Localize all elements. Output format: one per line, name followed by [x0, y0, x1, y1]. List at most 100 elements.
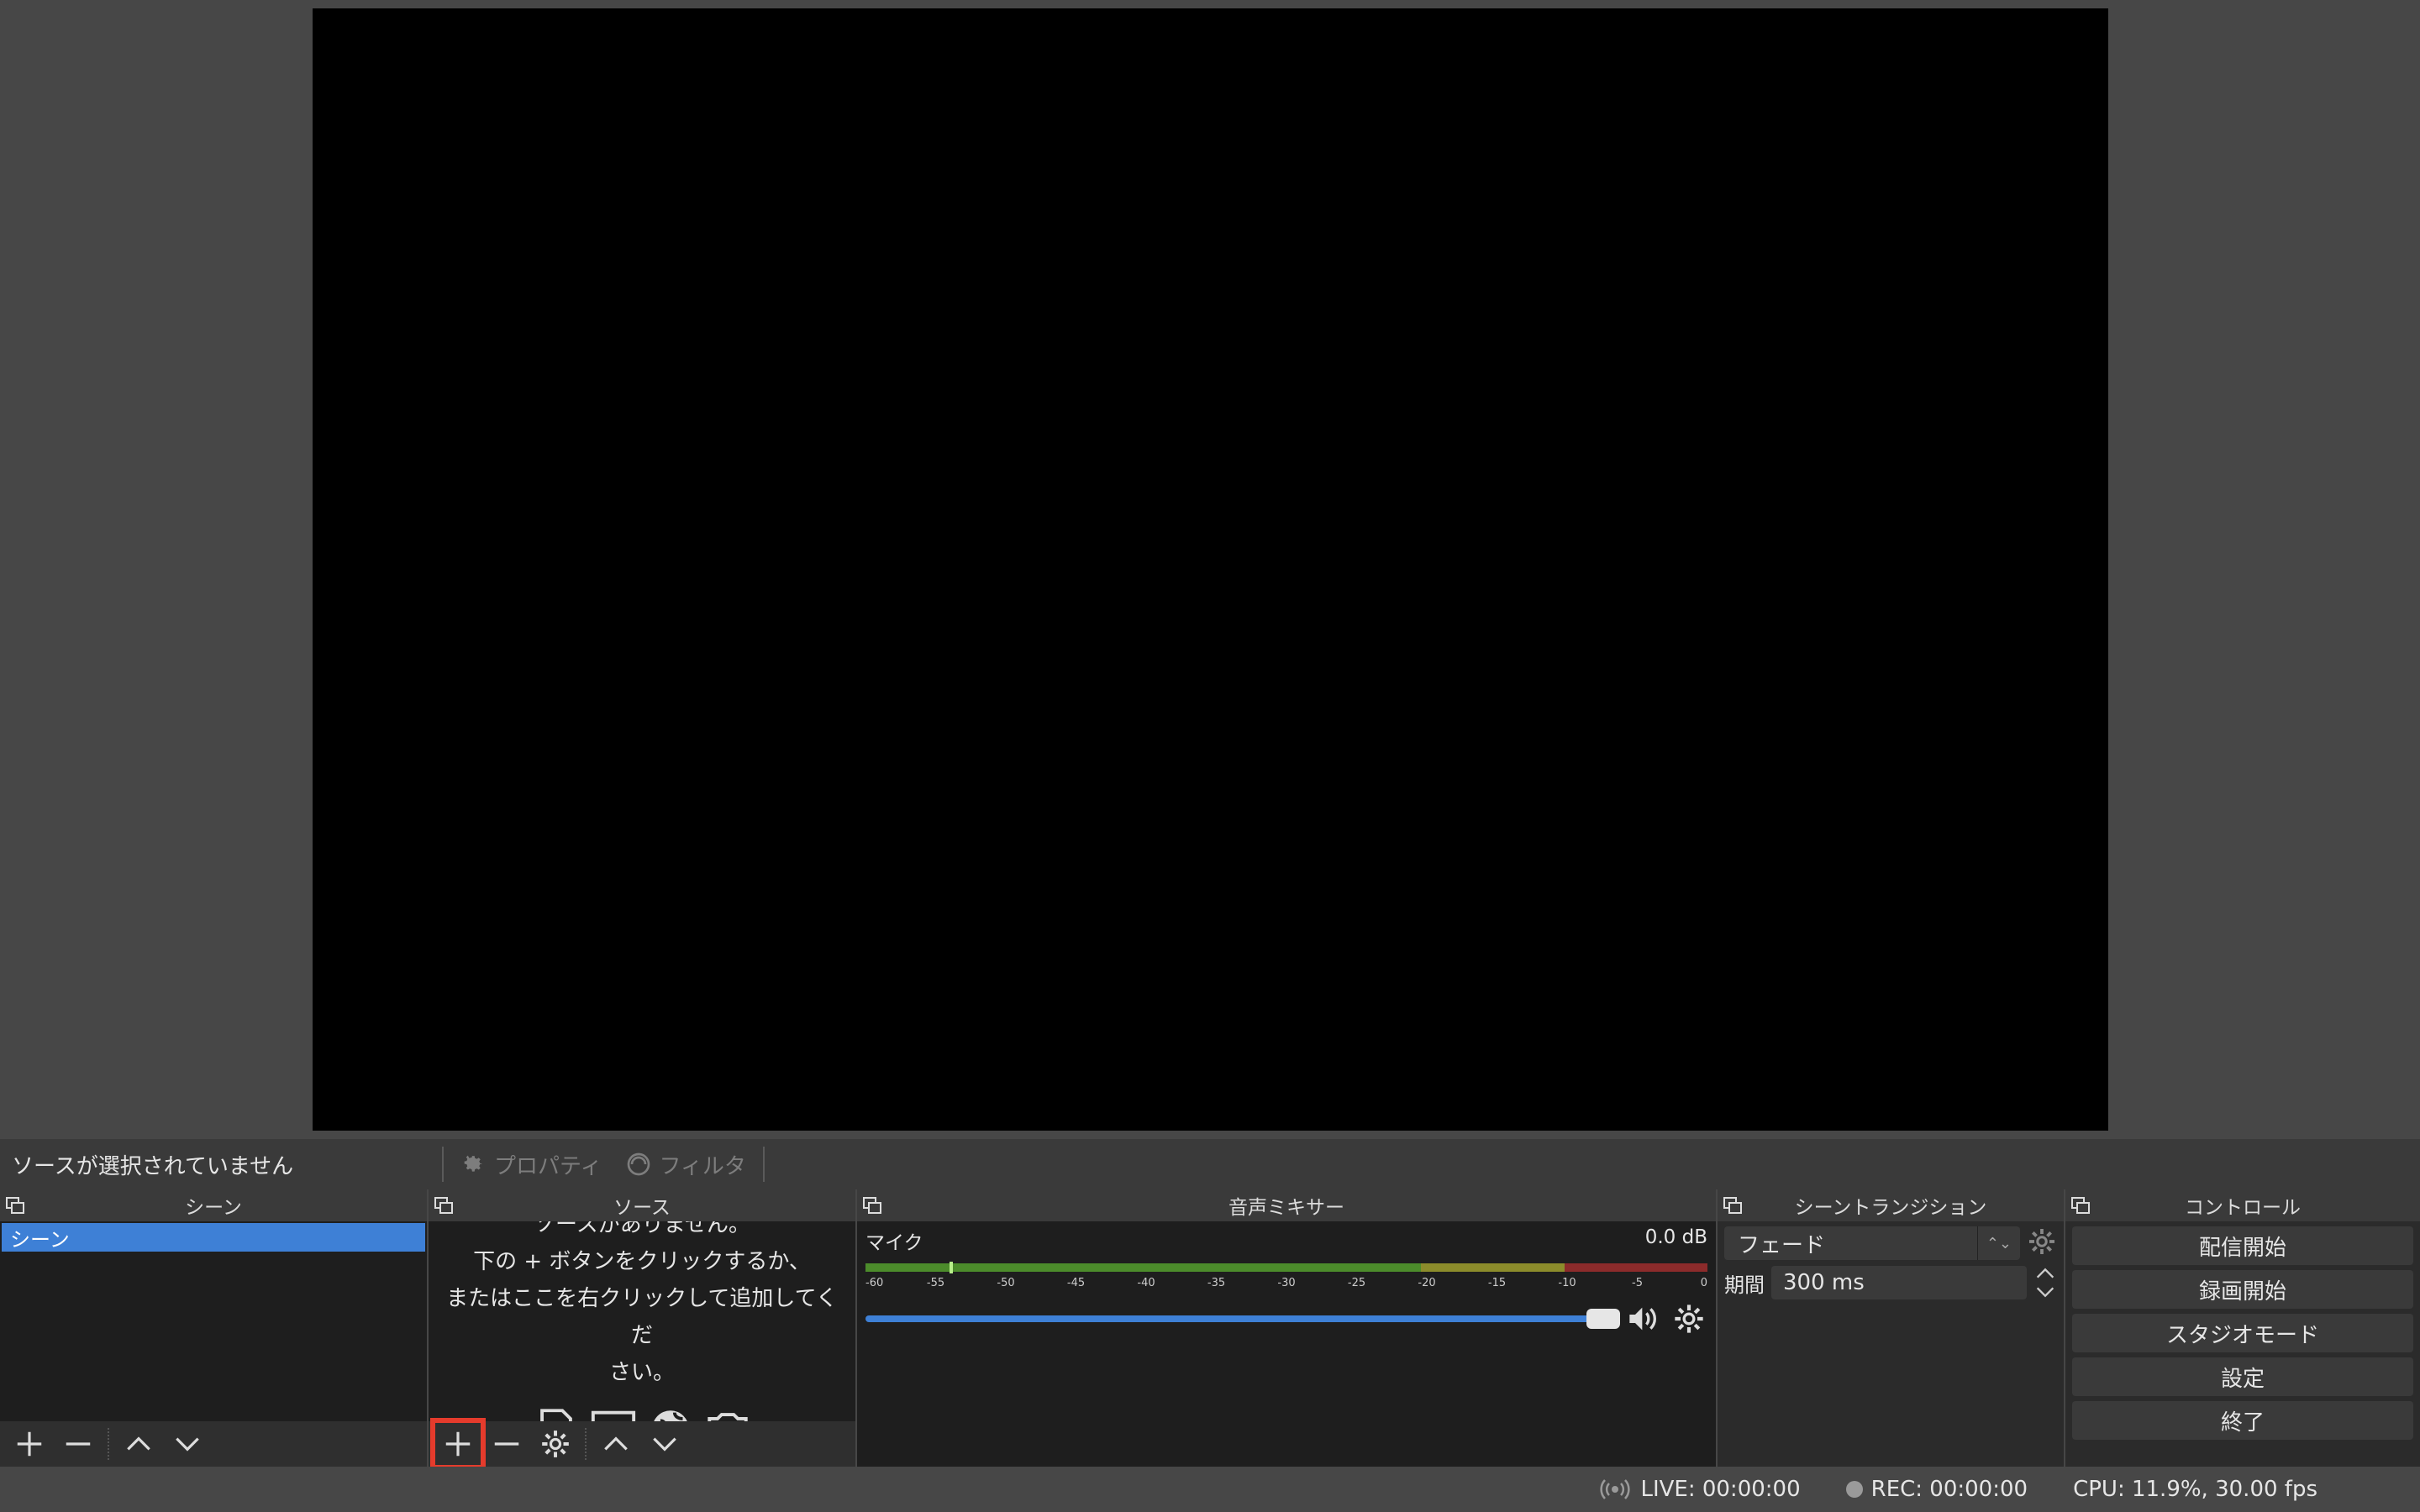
rec-time: REC: 00:00:00 — [1870, 1477, 2028, 1502]
add-scene-button[interactable] — [5, 1421, 54, 1467]
mixer-channel-header: マイク 0.0 dB — [857, 1221, 1716, 1255]
start-recording-button[interactable]: 録画開始 — [2072, 1270, 2413, 1309]
broadcast-icon — [1600, 1479, 1631, 1499]
audio-mixer-dock: 音声ミキサー マイク 0.0 dB -60 -55 -50 -45 -40 -35 -30-… — [857, 1189, 1716, 1467]
meter-tick-label: -50 — [997, 1277, 1015, 1289]
scenes-dock-title: シーン — [0, 1189, 427, 1221]
scenes-footer — [0, 1421, 427, 1467]
meter-tick-label: -45 — [1066, 1277, 1086, 1289]
properties-label: プロパティ — [494, 1153, 602, 1179]
empty-line: さい。 — [608, 1360, 675, 1385]
toolbar-separator — [762, 1147, 765, 1182]
volume-meter — [865, 1260, 1707, 1277]
up-down-arrows-icon: ⌃⌄ — [1976, 1226, 2012, 1260]
status-bar: LIVE: 00:00:00 REC: 00:00:00 CPU: 11.9%,… — [0, 1467, 2420, 1512]
chevron-down-icon — [176, 1437, 199, 1452]
meter-yellow-segment — [1421, 1263, 1565, 1272]
remove-source-button[interactable] — [482, 1421, 531, 1467]
volume-fader-row — [865, 1302, 1707, 1336]
settings-button[interactable]: 設定 — [2072, 1357, 2413, 1396]
live-time: LIVE: 00:00:00 — [1640, 1477, 1801, 1502]
remove-scene-button[interactable] — [54, 1421, 103, 1467]
filters-button[interactable]: フィルタ — [613, 1139, 757, 1189]
float-dock-icon[interactable] — [862, 1196, 882, 1215]
chevron-down-icon — [653, 1437, 676, 1452]
meter-tick-label: -15 — [1487, 1277, 1507, 1289]
move-scene-down-button[interactable] — [163, 1421, 212, 1467]
transition-select[interactable]: フェード ⌃⌄ — [1724, 1226, 2020, 1260]
minus-icon — [494, 1442, 519, 1446]
scene-transitions-dock: シーントランジション フェード ⌃⌄ 期間 300 ms — [1718, 1189, 2064, 1467]
volume-slider[interactable] — [865, 1309, 1620, 1329]
chevron-up-icon — [127, 1436, 150, 1451]
chevron-up-icon[interactable] — [2033, 1265, 2057, 1282]
move-source-down-button[interactable] — [640, 1421, 689, 1467]
empty-line: 下の + ボタンをクリックするか、 — [473, 1249, 811, 1274]
sources-title: ソース — [613, 1197, 671, 1219]
scenes-list[interactable]: シーン — [0, 1221, 427, 1467]
float-dock-icon[interactable] — [5, 1196, 25, 1215]
live-status: LIVE: 00:00:00 — [1598, 1477, 1801, 1502]
preview-area — [0, 0, 2420, 1137]
meter-tick-label: -20 — [1418, 1277, 1436, 1289]
footer-separator — [108, 1428, 109, 1460]
cpu-text: CPU: 11.9%, 30.00 fps — [2073, 1477, 2317, 1502]
transition-settings-button[interactable] — [2027, 1226, 2057, 1260]
gear-icon — [542, 1431, 569, 1457]
filters-label: フィルタ — [659, 1153, 746, 1179]
meter-tick-label: 0 — [1700, 1277, 1707, 1289]
footer-separator — [585, 1428, 587, 1460]
gear-icon[interactable] — [1670, 1302, 1707, 1336]
meter-tick-label: -25 — [1347, 1277, 1366, 1289]
controls-title: コントロール — [2185, 1197, 2301, 1219]
sources-empty-message: ソースがありません。 下の + ボタンをクリックするか、 またはここを右クリック… — [429, 1221, 855, 1391]
volume-slider-handle[interactable] — [1586, 1309, 1620, 1329]
controls-dock-title: コントロール — [2065, 1189, 2420, 1221]
transitions-dock-title: シーントランジション — [1718, 1189, 2064, 1221]
scenes-title: シーン — [185, 1197, 242, 1219]
transition-selected: フェード — [1738, 1232, 1826, 1258]
transition-select-row: フェード ⌃⌄ — [1718, 1221, 2064, 1260]
mixer-body: マイク 0.0 dB -60 -55 -50 -45 -40 -35 -30 -25 -20 -1… — [857, 1221, 1716, 1467]
float-dock-icon[interactable] — [434, 1196, 454, 1215]
duration-field[interactable]: 300 ms — [1771, 1266, 2027, 1299]
exit-button[interactable]: 終了 — [2072, 1401, 2413, 1440]
dock-area: シーン シーン ソース ソースがありません。 下の + ボタンをクリックするか、… — [0, 1189, 2420, 1467]
controls-body: 配信開始 録画開始 スタジオモード 設定 終了 — [2065, 1221, 2420, 1467]
mixer-dock-title: 音声ミキサー — [857, 1189, 1716, 1221]
chevron-up-icon — [604, 1436, 628, 1451]
meter-tick-label: -40 — [1137, 1277, 1155, 1289]
meter-tick-label: -30 — [1277, 1277, 1296, 1289]
sources-list[interactable]: ソースがありません。 下の + ボタンをクリックするか、 またはここを右クリック… — [429, 1221, 855, 1467]
chevron-down-icon[interactable] — [2033, 1284, 2057, 1300]
gear-icon — [2029, 1229, 2054, 1254]
meter-ticks: -60 -55 -50 -45 -40 -35 -30 -25 -20 -15 -10 -5 0 — [865, 1277, 1707, 1294]
move-source-up-button[interactable] — [592, 1421, 640, 1467]
preview-canvas[interactable] — [313, 8, 2108, 1131]
float-dock-icon[interactable] — [2070, 1196, 2091, 1215]
speaker-icon[interactable] — [1625, 1302, 1662, 1336]
properties-button[interactable]: プロパティ — [449, 1139, 613, 1189]
sources-dock-title: ソース — [429, 1189, 855, 1221]
source-toolbar: ソースが選択されていません プロパティ フィルタ — [0, 1139, 2420, 1189]
duration-label: 期間 — [1724, 1273, 1765, 1297]
plus-icon — [445, 1431, 471, 1457]
meter-green-segment — [865, 1263, 1422, 1272]
meter-tick-label: -60 — [865, 1277, 884, 1289]
add-source-button[interactable] — [430, 1418, 486, 1467]
move-scene-up-button[interactable] — [114, 1421, 163, 1467]
mixer-title: 音声ミキサー — [1228, 1197, 1344, 1219]
source-properties-button[interactable] — [531, 1421, 580, 1467]
list-item[interactable]: シーン — [2, 1223, 425, 1252]
float-dock-icon[interactable] — [1723, 1196, 1743, 1215]
channel-level: 0.0 dB — [1644, 1226, 1707, 1248]
minus-icon — [66, 1442, 91, 1446]
cpu-status: CPU: 11.9%, 30.00 fps — [2073, 1477, 2317, 1502]
rec-status: REC: 00:00:00 — [1845, 1477, 2028, 1502]
plus-icon — [17, 1431, 42, 1457]
meter-tick-label: -10 — [1558, 1277, 1576, 1289]
duration-stepper[interactable] — [2033, 1265, 2057, 1300]
start-streaming-button[interactable]: 配信開始 — [2072, 1226, 2413, 1265]
meter-red-segment — [1564, 1263, 1707, 1272]
studio-mode-button[interactable]: スタジオモード — [2072, 1314, 2413, 1352]
